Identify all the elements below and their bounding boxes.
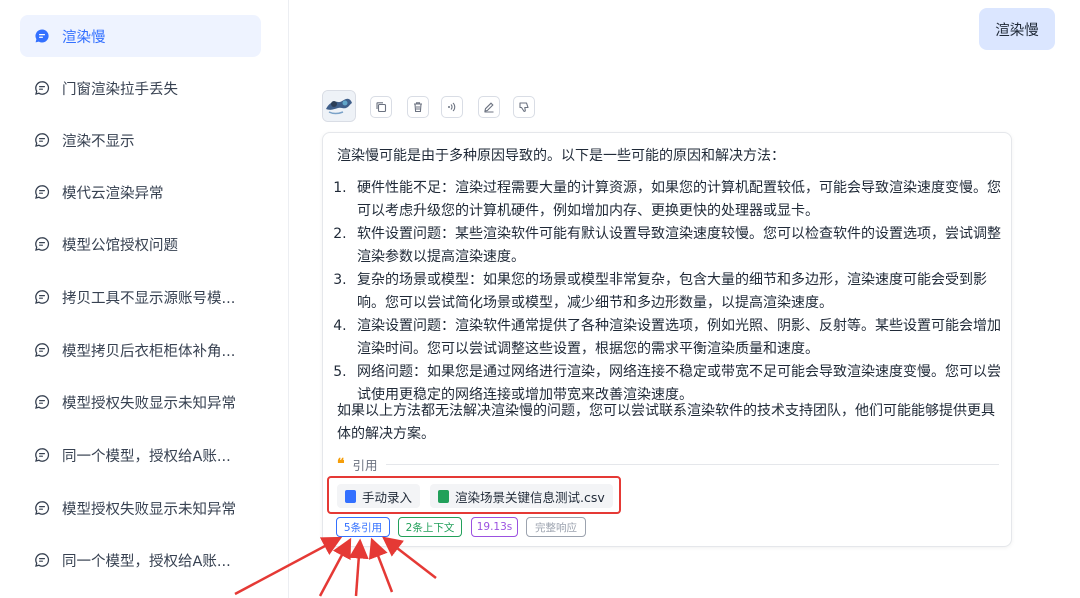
sidebar-item-label: 同一个模型，授权给A账... [62, 553, 231, 570]
chat-bubble-icon [34, 552, 50, 568]
chat-bubble-icon [34, 394, 50, 410]
sidebar-item-rendering-slow[interactable]: 渲染慢 [20, 15, 261, 57]
sidebar: 渲染慢 门窗渲染拉手丢失 渲染不显示 模代云渲染异常 模型公馆授权问题 拷贝工具… [0, 0, 289, 598]
sidebar-item-label: 模型授权失败显示未知异常 [62, 395, 236, 412]
citation-file-csv[interactable]: 渲染场景关键信息测试.csv [430, 484, 613, 508]
answer-intro: 渲染慢可能是由于多种原因导致的。以下是一些可能的原因和解决方法： [337, 148, 785, 164]
citation-file-name: 渲染场景关键信息测试.csv [455, 489, 605, 505]
badge-complete-response[interactable]: 完整响应 [526, 517, 586, 537]
chat-bubble-icon [34, 500, 50, 516]
speaker-icon [448, 102, 456, 112]
annotation-arrow [348, 538, 369, 597]
sidebar-item-license-failed-1[interactable]: 模型授权失败显示未知异常 [20, 381, 261, 423]
quote-mark-icon: ❝ [337, 456, 345, 472]
badge-label: 19.13s [476, 521, 513, 533]
assistant-avatar-image [323, 91, 355, 121]
answer-outro: 如果以上方法都无法解决渲染慢的问题，您可以尝试联系渲染软件的技术支持团队，他们可… [337, 403, 995, 442]
chat-bubble-icon [34, 132, 50, 148]
sidebar-item-cloud-render-error[interactable]: 模代云渲染异常 [20, 171, 261, 213]
chat-bubble-icon [34, 80, 50, 96]
sidebar-item-label: 模代云渲染异常 [62, 185, 164, 202]
sidebar-item-label: 模型公馆授权问题 [62, 237, 178, 254]
sidebar-item-rendering-not-shown[interactable]: 渲染不显示 [20, 119, 261, 161]
badge-citations[interactable]: 5条引用 [336, 517, 390, 537]
sidebar-item-same-model-2[interactable]: 同一个模型，授权给A账... [20, 539, 261, 581]
answer-points-list: 硬件性能不足：渲染过程需要大量的计算资源，如果您的计算机配置较低，可能会导致渲染… [337, 177, 1013, 407]
answer-point: 复杂的场景或模型：如果您的场景或模型非常复杂，包含大量的细节和多边形，渲染速度可… [351, 269, 1013, 315]
sidebar-item-label: 拷贝工具不显示源账号模... [62, 290, 236, 307]
sidebar-item-label: 渲染不显示 [62, 133, 135, 150]
chat-bubble-icon [34, 28, 50, 44]
sidebar-item-window-handle-missing[interactable]: 门窗渲染拉手丢失 [20, 67, 261, 109]
annotation-arrow [368, 537, 394, 593]
sidebar-item-label: 模型授权失败显示未知异常 [62, 501, 236, 518]
edit-icon [484, 102, 494, 113]
document-icon [345, 489, 356, 503]
chat-bubble-icon [34, 342, 50, 358]
delete-button[interactable] [407, 96, 429, 118]
citation-file-name: 手动录入 [362, 489, 413, 505]
sidebar-item-wardrobe-corner[interactable]: 模型拷贝后衣柜柜体补角... [20, 329, 261, 371]
annotation-arrow [318, 537, 352, 597]
csv-file-icon [438, 489, 449, 503]
sidebar-item-same-model-1[interactable]: 同一个模型，授权给A账... [20, 434, 261, 476]
answer-point: 渲染设置问题：渲染软件通常提供了各种渲染设置选项，例如光照、阴影、反射等。某些设… [351, 315, 1013, 361]
sidebar-item-label: 门窗渲染拉手丢失 [62, 81, 178, 98]
chat-bubble-icon [34, 289, 50, 305]
read-aloud-button[interactable] [441, 96, 463, 118]
delete-icon [414, 102, 422, 113]
badge-response-time: 19.13s [471, 517, 518, 537]
dislike-button[interactable] [513, 96, 535, 118]
chat-bubble-icon [34, 236, 50, 252]
badge-context[interactable]: 2条上下文 [398, 517, 462, 537]
chat-bubble-icon [34, 184, 50, 200]
user-message-text: 渲染慢 [995, 22, 1039, 39]
quote-label: 引用 [352, 457, 378, 473]
copy-icon [376, 102, 387, 113]
sidebar-item-label: 同一个模型，授权给A账... [62, 448, 231, 465]
sidebar-item-copy-tool-account[interactable]: 拷贝工具不显示源账号模... [20, 276, 261, 318]
edit-button[interactable] [478, 96, 500, 118]
sidebar-item-model-license-issue[interactable]: 模型公馆授权问题 [20, 223, 261, 265]
assistant-avatar [322, 90, 356, 122]
quote-section-header: ❝ 引用 [337, 455, 999, 473]
answer-point: 软件设置问题：某些渲染软件可能有默认设置导致渲染速度较慢。您可以检查软件的设置选… [351, 223, 1013, 269]
dislike-icon [519, 102, 529, 112]
quote-divider [385, 463, 999, 465]
sidebar-item-label: 模型拷贝后衣柜柜体补角... [62, 343, 236, 360]
chat-bubble-icon [34, 447, 50, 463]
badge-label: 5条引用 [343, 521, 383, 534]
badge-label: 2条上下文 [405, 521, 455, 534]
user-message-bubble: 渲染慢 [979, 8, 1055, 50]
copy-button[interactable] [370, 96, 392, 118]
citation-file-manual-entry[interactable]: 手动录入 [337, 484, 421, 508]
sidebar-item-license-failed-2[interactable]: 模型授权失败显示未知异常 [20, 487, 261, 529]
answer-point: 硬件性能不足：渲染过程需要大量的计算资源，如果您的计算机配置较低，可能会导致渲染… [351, 177, 1013, 223]
sidebar-item-label: 渲染慢 [62, 29, 106, 46]
badge-label: 完整响应 [535, 521, 577, 534]
